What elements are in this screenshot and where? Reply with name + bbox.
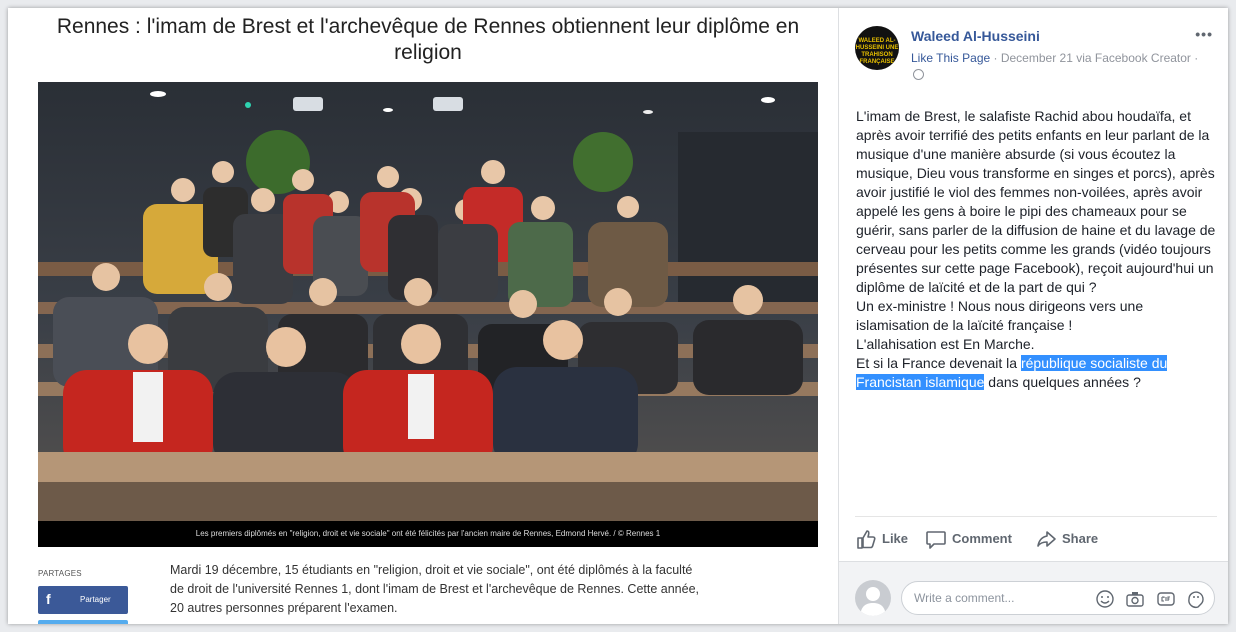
- share-arrow-icon: [1037, 531, 1056, 547]
- emoji-icon[interactable]: [1095, 589, 1115, 609]
- comment-icon: [926, 531, 946, 549]
- post-paragraph-4: Et si la France devenait la république s…: [856, 354, 1216, 392]
- post-author[interactable]: Waleed Al-Husseini: [911, 28, 1040, 44]
- default-user-icon: [860, 587, 886, 616]
- screenshot-frame: Rennes : l'imam de Brest et l'archevêque…: [8, 8, 1228, 624]
- partages-label: PARTAGES: [38, 569, 82, 578]
- avatar-text: WALEED AL-HUSSEINI UNE TRAHISON FRANÇAIS…: [855, 38, 899, 65]
- article-title: Rennes : l'imam de Brest et l'archevêque…: [56, 15, 800, 64]
- thumbs-up-icon: [857, 530, 876, 549]
- share-button-label: Partager: [80, 595, 111, 604]
- like-label: Like: [882, 531, 909, 546]
- share-button[interactable]: Share: [1035, 528, 1115, 550]
- post-paragraph-3: L'allahisation est En Marche.: [856, 336, 1035, 352]
- group-photo-illustration: [38, 82, 818, 547]
- group-photo: Les premiers diplômés en "religion, droi…: [38, 82, 818, 547]
- post-paragraph-1: L'imam de Brest, le salafiste Rachid abo…: [856, 108, 1216, 295]
- comment-area: [839, 561, 1228, 624]
- actions-divider: [855, 516, 1217, 517]
- facebook-post-panel: WALEED AL-HUSSEINI UNE TRAHISON FRANÇAIS…: [838, 8, 1228, 624]
- article-body: Mardi 19 décembre, 15 étudiants en "reli…: [170, 563, 699, 615]
- post-paragraph-2: Un ex-ministre ! Nous nous dirigeons ver…: [856, 298, 1144, 333]
- post-meta-text: · December 21 via Facebook Creator ·: [990, 51, 1199, 65]
- like-button[interactable]: Like: [855, 528, 915, 550]
- comment-tools: [1089, 589, 1206, 609]
- sticker-icon[interactable]: [1186, 589, 1206, 609]
- photo-caption: Les premiers diplômés en "religion, droi…: [38, 521, 818, 547]
- twitter-share-button[interactable]: [38, 620, 128, 624]
- camera-icon[interactable]: [1125, 589, 1145, 609]
- share-label: Share: [1062, 531, 1099, 546]
- globe-icon: [913, 69, 924, 80]
- post-text-before-highlight: Et si la France devenait la: [856, 355, 1021, 371]
- post-meta: Like This Page · December 21 via Faceboo…: [911, 50, 1201, 84]
- post-text: L'imam de Brest, le salafiste Rachid abo…: [856, 107, 1216, 392]
- facebook-icon: f: [46, 591, 51, 607]
- page-avatar[interactable]: WALEED AL-HUSSEINI UNE TRAHISON FRANÇAIS…: [855, 26, 899, 70]
- article-image: Rennes : l'imam de Brest et l'archevêque…: [8, 8, 838, 624]
- more-options-icon[interactable]: •••: [1195, 26, 1213, 42]
- comment-button[interactable]: Comment: [925, 528, 1025, 550]
- user-avatar: [855, 580, 891, 616]
- comment-box[interactable]: [901, 581, 1215, 615]
- gif-icon[interactable]: [1156, 589, 1176, 609]
- comment-label: Comment: [952, 531, 1012, 546]
- comment-input[interactable]: [912, 590, 1096, 606]
- facebook-share-button[interactable]: f Partager: [38, 586, 128, 614]
- post-text-after-highlight: dans quelques années ?: [984, 374, 1141, 390]
- like-this-page-link[interactable]: Like This Page: [911, 51, 990, 65]
